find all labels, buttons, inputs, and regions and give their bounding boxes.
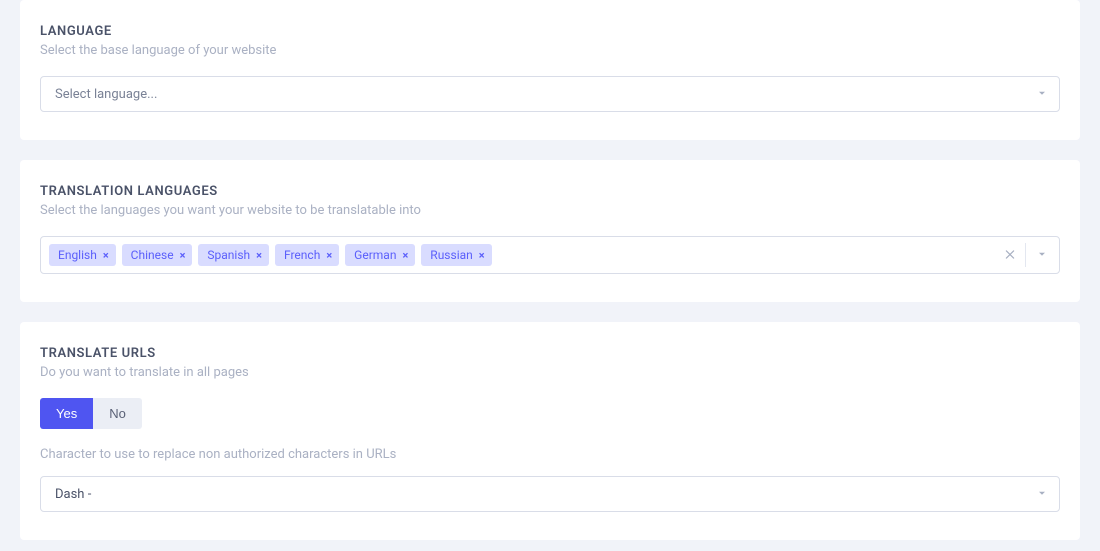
translation-description: Select the languages you want your websi… (40, 203, 1060, 218)
remove-tag-icon[interactable]: × (479, 250, 485, 261)
language-title: LANGUAGE (40, 24, 1060, 39)
translation-tags: English×Chinese×Spanish×French×German×Ru… (47, 239, 999, 271)
translation-multi-select[interactable]: English×Chinese×Spanish×French×German×Ru… (40, 236, 1060, 274)
tag-label: English (58, 248, 97, 262)
tag-label: German (354, 248, 396, 262)
select-divider (1025, 243, 1026, 267)
language-tag: English × (49, 244, 116, 266)
remove-tag-icon[interactable]: × (402, 250, 408, 261)
language-section: LANGUAGE Select the base language of you… (20, 0, 1080, 140)
urls-section: TRANSLATE URLS Do you want to translate … (20, 322, 1080, 540)
language-tag: Russian × (421, 244, 491, 266)
translation-section: TRANSLATION LANGUAGES Select the languag… (20, 160, 1080, 302)
remove-tag-icon[interactable]: × (256, 250, 262, 261)
translation-title: TRANSLATION LANGUAGES (40, 184, 1060, 199)
no-button[interactable]: No (93, 398, 142, 429)
language-tag: French × (275, 244, 339, 266)
language-description: Select the base language of your website (40, 43, 1060, 58)
tag-label: French (284, 248, 320, 262)
language-select[interactable]: Select language... (40, 76, 1060, 112)
remove-tag-icon[interactable]: × (103, 250, 109, 261)
translate-urls-toggle: Yes No (40, 398, 142, 429)
url-char-description: Character to use to replace non authoriz… (40, 447, 1060, 462)
tag-label: Russian (430, 248, 472, 262)
remove-tag-icon[interactable]: × (326, 250, 332, 261)
language-tag: Chinese × (122, 244, 193, 266)
urls-description: Do you want to translate in all pages (40, 365, 1060, 380)
urls-title: TRANSLATE URLS (40, 346, 1060, 361)
language-tag: German × (345, 244, 415, 266)
remove-tag-icon[interactable]: × (180, 250, 186, 261)
url-char-value: Dash - (55, 487, 91, 502)
url-char-select[interactable]: Dash - (40, 476, 1060, 512)
tag-label: Chinese (131, 248, 174, 262)
clear-all-icon[interactable] (1000, 242, 1020, 269)
language-select-placeholder: Select language... (55, 87, 157, 102)
tag-label: Spanish (207, 248, 250, 262)
yes-button[interactable]: Yes (40, 398, 93, 429)
language-tag: Spanish × (198, 244, 269, 266)
